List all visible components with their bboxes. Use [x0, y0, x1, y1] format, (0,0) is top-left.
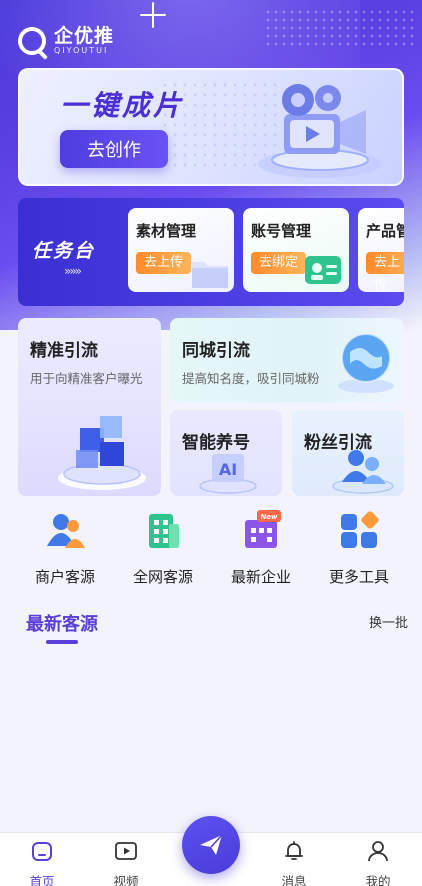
task-card-title: 产品管: [366, 222, 404, 240]
feature-precise-traffic[interactable]: 精准引流 用于向精准客户曝光: [18, 318, 161, 496]
grid-icon: [341, 511, 379, 548]
upload-button[interactable]: 去上传: [136, 252, 192, 274]
task-card-title: 账号管理: [251, 222, 312, 240]
publish-button[interactable]: [182, 816, 240, 874]
tab-home[interactable]: 首页: [12, 839, 72, 886]
task-card-materials[interactable]: 素材管理 去上传: [128, 208, 234, 292]
building-icon: [149, 514, 179, 548]
refresh-button[interactable]: 换一批: [369, 612, 408, 631]
banner-title: 一键成片: [60, 89, 185, 122]
quick-link-label: 商户客源: [34, 568, 95, 586]
task-panel-title: 任务台: [32, 240, 96, 262]
feature-local-traffic[interactable]: 同城引流 提高知名度，吸引同城粉: [170, 318, 404, 402]
quick-link-more-tools[interactable]: 更多工具: [314, 510, 404, 587]
home-icon: [32, 842, 52, 861]
section-title: 最新客源: [26, 614, 98, 635]
svg-text:AI: AI: [219, 460, 237, 479]
users-icon: [47, 514, 85, 548]
feature-subtitle: 提高知名度，吸引同城粉: [182, 371, 320, 386]
tab-label: 视频: [113, 874, 139, 886]
feature-subtitle: 用于向精准客户曝光: [30, 371, 143, 386]
quick-link-merchant-leads[interactable]: 商户客源: [20, 510, 110, 587]
task-panel: 任务台 »»» 素材管理 去上传 账号管理 去绑定 产品管 去上传: [18, 198, 404, 306]
arrows-icon: »»»: [64, 264, 82, 278]
video-icon: [115, 842, 137, 860]
app-name: 企优推: [54, 25, 115, 47]
tab-messages[interactable]: 消息: [264, 839, 324, 886]
task-card-products[interactable]: 产品管 去上传: [358, 208, 404, 292]
cubes-icon: [58, 416, 146, 490]
quick-link-all-network-leads[interactable]: 全网客源: [118, 510, 208, 587]
tab-profile[interactable]: 我的: [348, 839, 408, 886]
video-camera-illustration: [258, 84, 382, 178]
decorative-dots: [264, 8, 414, 48]
svg-text:New: New: [260, 513, 278, 521]
send-icon: [200, 834, 223, 855]
create-button[interactable]: 去创作: [60, 130, 168, 168]
quick-link-label: 最新企业: [230, 568, 291, 586]
logo-icon: [18, 26, 46, 55]
tab-label: 消息: [281, 874, 307, 886]
task-card-accounts[interactable]: 账号管理 去绑定: [243, 208, 349, 292]
section-underline: [46, 640, 78, 644]
quick-links: 商户客源 全网客源 New 最新企业 更多工具: [0, 510, 422, 590]
globe-icon: [338, 333, 394, 393]
feature-smart-account[interactable]: 智能养号 AI: [170, 410, 282, 496]
quick-link-label: 全网客源: [132, 568, 193, 586]
bell-icon: [285, 841, 303, 860]
new-company-icon: New: [245, 510, 281, 548]
upload-button[interactable]: 去上传: [366, 252, 404, 292]
feature-title: 精准引流: [30, 341, 98, 361]
tab-video[interactable]: 视频: [96, 839, 156, 886]
tab-label: 我的: [365, 874, 391, 886]
create-video-banner[interactable]: 一键成片 去创作: [18, 68, 404, 186]
feature-fans-traffic[interactable]: 粉丝引流: [292, 410, 404, 496]
ai-icon: AI: [199, 454, 257, 494]
folder-icon: [192, 262, 228, 288]
app-logo: 企优推 QIYOUTUI: [18, 26, 114, 55]
user-icon: [368, 841, 388, 862]
task-card-title: 素材管理: [136, 222, 197, 240]
feature-title: 同城引流: [182, 341, 250, 361]
fans-icon: [332, 450, 394, 494]
tab-label: 首页: [29, 874, 55, 886]
id-card-icon: [305, 256, 341, 284]
sparkle-icon: [140, 2, 166, 28]
quick-link-new-companies[interactable]: New 最新企业: [216, 510, 306, 587]
quick-link-label: 更多工具: [328, 568, 389, 586]
bind-button[interactable]: 去绑定: [251, 252, 307, 274]
app-name-en: QIYOUTUI: [54, 46, 109, 55]
